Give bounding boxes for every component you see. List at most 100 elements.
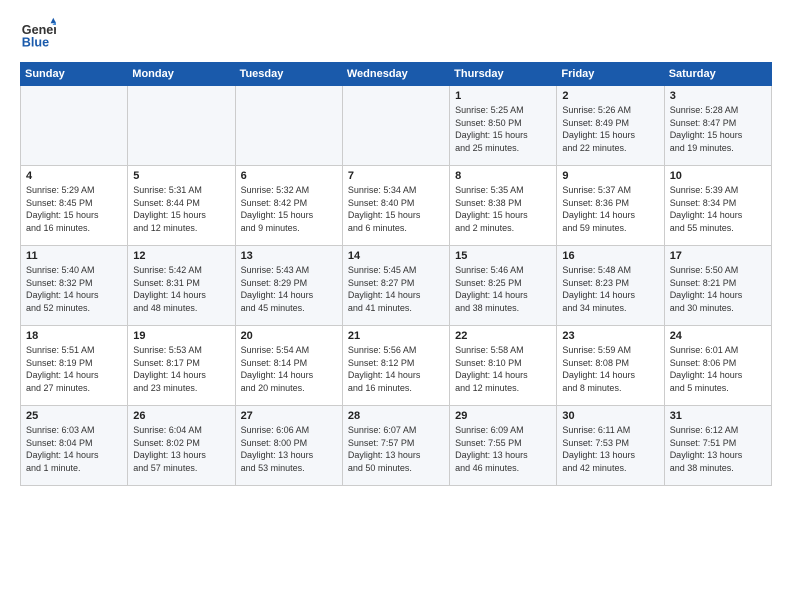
day-number: 23	[562, 330, 658, 342]
calendar-cell: 5Sunrise: 5:31 AM Sunset: 8:44 PM Daylig…	[128, 166, 235, 246]
day-number: 19	[133, 330, 229, 342]
logo-icon: General Blue	[20, 16, 56, 52]
day-number: 5	[133, 170, 229, 182]
calendar-cell: 10 Sunrise: 5:39 AM Sunset: 8:34 PM Dayli…	[664, 166, 771, 246]
week-row-5: 25Sunrise: 6:03 AM Sunset: 8:04 PM Dayli…	[21, 406, 772, 486]
week-row-4: 18 Sunrise: 5:51 AM Sunset: 8:19 PM Dayli…	[21, 326, 772, 406]
day-info: Sunrise: 5:50 AM Sunset: 8:21 PM Dayligh…	[670, 264, 766, 314]
calendar-page: General Blue SundayMondayTuesdayWednesda…	[0, 0, 792, 496]
calendar-cell: 23 Sunrise: 5:59 AM Sunset: 8:08 PM Dayli…	[557, 326, 664, 406]
day-number: 26	[133, 410, 229, 422]
day-info: Sunrise: 5:25 AM Sunset: 8:50 PM Dayligh…	[455, 104, 551, 154]
day-info: Sunrise: 5:46 AM Sunset: 8:25 PM Dayligh…	[455, 264, 551, 314]
day-info: Sunrise: 5:59 AM Sunset: 8:08 PM Dayligh…	[562, 344, 658, 394]
calendar-table: SundayMondayTuesdayWednesdayThursdayFrid…	[20, 62, 772, 486]
calendar-cell: 8Sunrise: 5:35 AM Sunset: 8:38 PM Daylig…	[450, 166, 557, 246]
calendar-cell: 24Sunrise: 6:01 AM Sunset: 8:06 PM Dayli…	[664, 326, 771, 406]
calendar-cell: 4 Sunrise: 5:29 AM Sunset: 8:45 PM Daylig…	[21, 166, 128, 246]
day-number: 25	[26, 410, 122, 422]
calendar-cell: 28 Sunrise: 6:07 AM Sunset: 7:57 PM Dayli…	[342, 406, 449, 486]
day-number: 9	[562, 170, 658, 182]
calendar-cell: 13 Sunrise: 5:43 AM Sunset: 8:29 PM Dayli…	[235, 246, 342, 326]
day-number: 30	[562, 410, 658, 422]
day-info: Sunrise: 5:26 AM Sunset: 8:49 PM Dayligh…	[562, 104, 658, 154]
weekday-header-tuesday: Tuesday	[235, 63, 342, 86]
day-info: Sunrise: 5:45 AM Sunset: 8:27 PM Dayligh…	[348, 264, 444, 314]
day-number: 20	[241, 330, 337, 342]
day-number: 7	[348, 170, 444, 182]
day-number: 14	[348, 250, 444, 262]
weekday-header-thursday: Thursday	[450, 63, 557, 86]
weekday-header-sunday: Sunday	[21, 63, 128, 86]
calendar-cell	[21, 86, 128, 166]
day-number: 24	[670, 330, 766, 342]
calendar-cell: 3 Sunrise: 5:28 AM Sunset: 8:47 PM Daylig…	[664, 86, 771, 166]
day-info: Sunrise: 6:06 AM Sunset: 8:00 PM Dayligh…	[241, 424, 337, 474]
day-info: Sunrise: 5:58 AM Sunset: 8:10 PM Dayligh…	[455, 344, 551, 394]
calendar-cell: 26 Sunrise: 6:04 AM Sunset: 8:02 PM Dayli…	[128, 406, 235, 486]
day-info: Sunrise: 6:07 AM Sunset: 7:57 PM Dayligh…	[348, 424, 444, 474]
day-number: 21	[348, 330, 444, 342]
day-number: 10	[670, 170, 766, 182]
day-number: 6	[241, 170, 337, 182]
day-number: 13	[241, 250, 337, 262]
day-info: Sunrise: 5:29 AM Sunset: 8:45 PM Dayligh…	[26, 184, 122, 234]
calendar-cell: 20 Sunrise: 5:54 AM Sunset: 8:14 PM Dayli…	[235, 326, 342, 406]
calendar-cell: 15 Sunrise: 5:46 AM Sunset: 8:25 PM Dayli…	[450, 246, 557, 326]
calendar-cell: 18 Sunrise: 5:51 AM Sunset: 8:19 PM Dayli…	[21, 326, 128, 406]
calendar-cell	[128, 86, 235, 166]
day-info: Sunrise: 5:28 AM Sunset: 8:47 PM Dayligh…	[670, 104, 766, 154]
svg-text:Blue: Blue	[22, 36, 49, 50]
day-info: Sunrise: 6:12 AM Sunset: 7:51 PM Dayligh…	[670, 424, 766, 474]
logo: General Blue	[20, 16, 56, 52]
day-info: Sunrise: 5:48 AM Sunset: 8:23 PM Dayligh…	[562, 264, 658, 314]
weekday-header-friday: Friday	[557, 63, 664, 86]
day-number: 15	[455, 250, 551, 262]
day-info: Sunrise: 6:09 AM Sunset: 7:55 PM Dayligh…	[455, 424, 551, 474]
calendar-cell: 12Sunrise: 5:42 AM Sunset: 8:31 PM Dayli…	[128, 246, 235, 326]
day-info: Sunrise: 5:53 AM Sunset: 8:17 PM Dayligh…	[133, 344, 229, 394]
day-number: 17	[670, 250, 766, 262]
day-info: Sunrise: 5:32 AM Sunset: 8:42 PM Dayligh…	[241, 184, 337, 234]
day-info: Sunrise: 5:56 AM Sunset: 8:12 PM Dayligh…	[348, 344, 444, 394]
day-info: Sunrise: 5:54 AM Sunset: 8:14 PM Dayligh…	[241, 344, 337, 394]
week-row-2: 4 Sunrise: 5:29 AM Sunset: 8:45 PM Daylig…	[21, 166, 772, 246]
calendar-cell	[235, 86, 342, 166]
weekday-header-saturday: Saturday	[664, 63, 771, 86]
calendar-cell: 16Sunrise: 5:48 AM Sunset: 8:23 PM Dayli…	[557, 246, 664, 326]
day-number: 8	[455, 170, 551, 182]
day-number: 18	[26, 330, 122, 342]
header: General Blue	[20, 16, 772, 52]
day-number: 3	[670, 90, 766, 102]
day-number: 27	[241, 410, 337, 422]
calendar-cell: 1Sunrise: 5:25 AM Sunset: 8:50 PM Daylig…	[450, 86, 557, 166]
day-info: Sunrise: 5:51 AM Sunset: 8:19 PM Dayligh…	[26, 344, 122, 394]
day-number: 31	[670, 410, 766, 422]
calendar-cell: 11Sunrise: 5:40 AM Sunset: 8:32 PM Dayli…	[21, 246, 128, 326]
calendar-cell: 30 Sunrise: 6:11 AM Sunset: 7:53 PM Dayli…	[557, 406, 664, 486]
weekday-header-monday: Monday	[128, 63, 235, 86]
week-row-3: 11Sunrise: 5:40 AM Sunset: 8:32 PM Dayli…	[21, 246, 772, 326]
day-info: Sunrise: 6:11 AM Sunset: 7:53 PM Dayligh…	[562, 424, 658, 474]
weekday-header-wednesday: Wednesday	[342, 63, 449, 86]
day-info: Sunrise: 6:04 AM Sunset: 8:02 PM Dayligh…	[133, 424, 229, 474]
calendar-cell: 31 Sunrise: 6:12 AM Sunset: 7:51 PM Dayli…	[664, 406, 771, 486]
calendar-cell: 6 Sunrise: 5:32 AM Sunset: 8:42 PM Daylig…	[235, 166, 342, 246]
day-number: 29	[455, 410, 551, 422]
calendar-cell: 22 Sunrise: 5:58 AM Sunset: 8:10 PM Dayli…	[450, 326, 557, 406]
calendar-cell: 29 Sunrise: 6:09 AM Sunset: 7:55 PM Dayli…	[450, 406, 557, 486]
day-number: 28	[348, 410, 444, 422]
calendar-cell: 14 Sunrise: 5:45 AM Sunset: 8:27 PM Dayli…	[342, 246, 449, 326]
day-number: 22	[455, 330, 551, 342]
calendar-cell	[342, 86, 449, 166]
calendar-cell: 25Sunrise: 6:03 AM Sunset: 8:04 PM Dayli…	[21, 406, 128, 486]
calendar-cell: 19 Sunrise: 5:53 AM Sunset: 8:17 PM Dayli…	[128, 326, 235, 406]
calendar-cell: 21 Sunrise: 5:56 AM Sunset: 8:12 PM Dayli…	[342, 326, 449, 406]
day-number: 4	[26, 170, 122, 182]
calendar-cell: 7Sunrise: 5:34 AM Sunset: 8:40 PM Daylig…	[342, 166, 449, 246]
day-number: 2	[562, 90, 658, 102]
day-info: Sunrise: 5:39 AM Sunset: 8:34 PM Dayligh…	[670, 184, 766, 234]
day-number: 11	[26, 250, 122, 262]
week-row-1: 1Sunrise: 5:25 AM Sunset: 8:50 PM Daylig…	[21, 86, 772, 166]
day-info: Sunrise: 5:43 AM Sunset: 8:29 PM Dayligh…	[241, 264, 337, 314]
